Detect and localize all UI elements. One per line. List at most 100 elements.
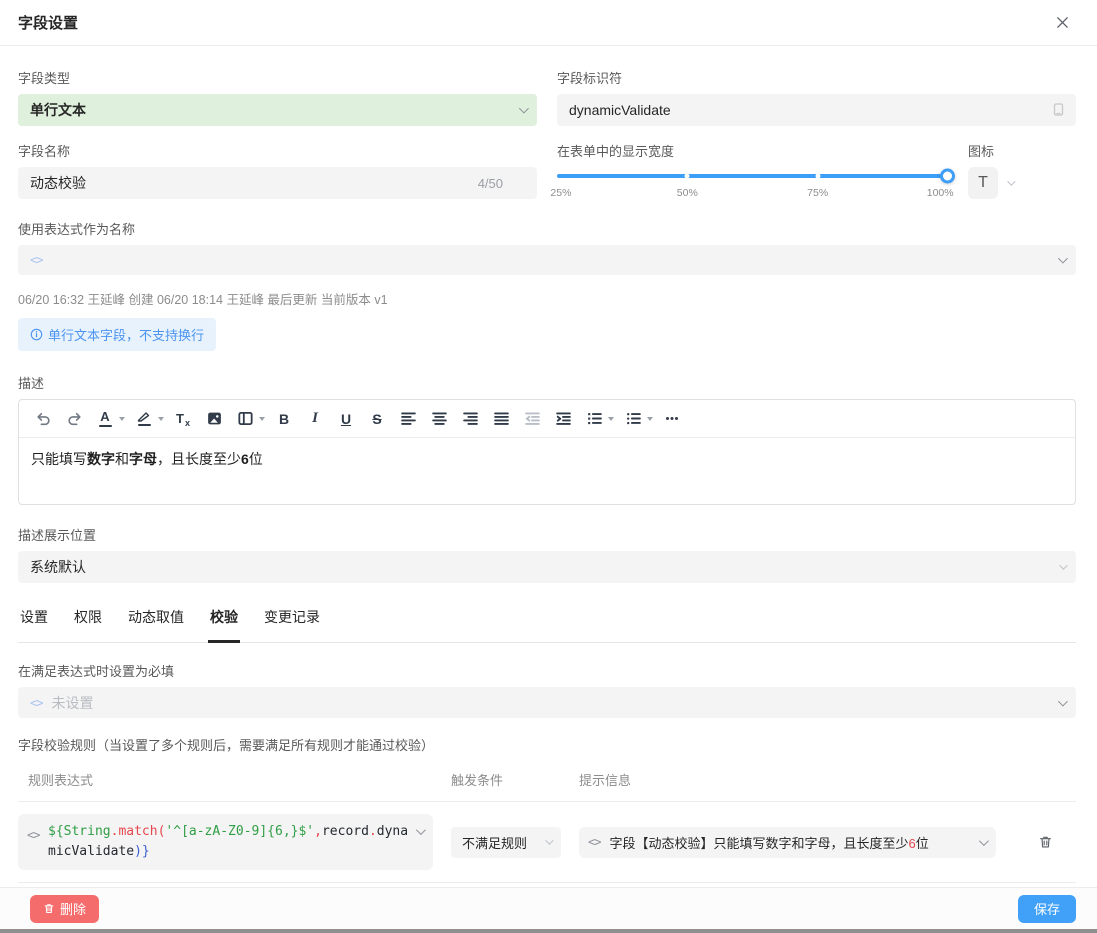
- ordered-list-icon[interactable]: [582, 406, 606, 432]
- notice-text: 单行文本字段，不支持换行: [48, 325, 204, 344]
- display-width-label: 在表单中的显示宽度: [557, 141, 954, 160]
- save-button-label: 保存: [1034, 899, 1060, 918]
- desc-text-bold: 字母: [129, 451, 157, 467]
- divider: [18, 882, 1076, 883]
- code-token: '^[a-zA-Z0-9]{6,}$': [165, 824, 314, 839]
- field-notice: 单行文本字段，不支持换行: [18, 318, 216, 351]
- description-content[interactable]: 只能填写数字和字母，且长度至少6位: [19, 438, 1075, 504]
- tab-change-log[interactable]: 变更记录: [262, 603, 322, 642]
- tab-dynamic-value[interactable]: 动态取值: [126, 603, 186, 642]
- delete-button-label: 删除: [60, 899, 86, 918]
- slider-stop-50: [685, 174, 690, 179]
- indent-icon[interactable]: [551, 406, 575, 432]
- col-message: 提示信息: [579, 770, 996, 789]
- code-icon: <>: [30, 696, 42, 710]
- mark-50[interactable]: 50%: [677, 187, 698, 199]
- align-left-icon[interactable]: [396, 406, 420, 432]
- field-type-value: 单行文本: [30, 100, 86, 120]
- slider-handle[interactable]: [940, 169, 955, 184]
- chevron-down-icon: [1059, 561, 1067, 569]
- outdent-icon[interactable]: [520, 406, 544, 432]
- chevron-down-icon[interactable]: [1007, 177, 1015, 185]
- highlight-icon[interactable]: [132, 406, 156, 432]
- modal-footer: 删除 保存: [0, 887, 1097, 929]
- code-icon: <>: [588, 835, 600, 849]
- tab-validation[interactable]: 校验: [208, 603, 240, 643]
- underline-icon[interactable]: U: [334, 406, 358, 432]
- align-center-icon[interactable]: [427, 406, 451, 432]
- chevron-down-icon[interactable]: [608, 417, 614, 421]
- code-token: ,: [314, 824, 322, 839]
- code-token: record: [322, 824, 369, 839]
- code-token: match(: [118, 824, 165, 839]
- chevron-down-icon: [979, 836, 989, 846]
- bold-icon[interactable]: B: [272, 406, 296, 432]
- display-width-slider[interactable]: [557, 168, 954, 184]
- chevron-down-icon[interactable]: [259, 417, 265, 421]
- field-type-select[interactable]: 单行文本: [18, 94, 537, 126]
- message-highlight: 6: [908, 836, 915, 851]
- rule-expression-select[interactable]: <> ${String.match('^[a-zA-Z0-9]{6,}$',re…: [18, 814, 433, 870]
- message-select[interactable]: <> 字段【动态校验】只能填写数字和字母，且长度至少6位: [579, 827, 996, 858]
- chevron-down-icon[interactable]: [647, 417, 653, 421]
- desc-text: 和: [115, 451, 129, 467]
- chevron-down-icon: [1058, 254, 1068, 264]
- rules-section-label: 字段校验规则（当设置了多个规则后，需要满足所有规则才能通过校验）: [18, 735, 1076, 754]
- table-icon[interactable]: [233, 406, 257, 432]
- desc-text: ，且长度至少: [157, 451, 241, 467]
- slider-stop-75: [815, 174, 820, 179]
- identifier-input[interactable]: dynamicValidate: [557, 94, 1076, 126]
- field-name-input[interactable]: 动态校验 4/50: [18, 167, 537, 199]
- trigger-condition-value: 不满足规则: [462, 833, 527, 852]
- rich-text-editor: A Tx: [18, 399, 1076, 505]
- code-token: ${String: [48, 824, 111, 839]
- field-name-label: 字段名称: [18, 141, 537, 160]
- identifier-value: dynamicValidate: [569, 102, 671, 118]
- chevron-down-icon[interactable]: [119, 417, 125, 421]
- message-post: 位: [916, 836, 929, 851]
- slider-track[interactable]: [557, 174, 948, 178]
- trash-icon: [43, 902, 55, 915]
- copy-identifier-icon[interactable]: [1052, 103, 1065, 118]
- char-counter: 4/50: [478, 176, 503, 191]
- trigger-condition-select[interactable]: 不满足规则: [451, 827, 561, 858]
- image-icon[interactable]: [202, 406, 226, 432]
- mark-25[interactable]: 25%: [550, 187, 571, 199]
- mark-100[interactable]: 100%: [927, 187, 954, 199]
- clear-format-icon[interactable]: Tx: [171, 406, 195, 432]
- field-icon-button[interactable]: T: [968, 167, 998, 199]
- desc-text: 位: [249, 451, 263, 467]
- message-pre: 字段【动态校验】只能填写数字和字母，且长度至少: [609, 836, 908, 851]
- rules-table-header: 规则表达式 触发条件 提示信息: [18, 768, 1076, 801]
- expression-name-select[interactable]: <>: [18, 245, 1076, 275]
- undo-icon[interactable]: [31, 406, 55, 432]
- delete-rule-icon[interactable]: [1031, 828, 1059, 856]
- save-button[interactable]: 保存: [1018, 895, 1076, 923]
- desc-position-select[interactable]: 系统默认: [18, 551, 1076, 583]
- desc-text-bold: 6: [241, 451, 249, 467]
- italic-icon[interactable]: I: [303, 406, 327, 432]
- redo-icon[interactable]: [62, 406, 86, 432]
- strikethrough-icon[interactable]: S: [365, 406, 389, 432]
- unordered-list-icon[interactable]: [621, 406, 645, 432]
- tab-settings[interactable]: 设置: [18, 603, 50, 642]
- close-icon[interactable]: [1051, 12, 1073, 34]
- align-justify-icon[interactable]: [489, 406, 513, 432]
- editor-toolbar: A Tx: [19, 400, 1075, 438]
- mark-75[interactable]: 75%: [807, 187, 828, 199]
- chevron-down-icon: [545, 836, 553, 844]
- field-name-value: 动态校验: [30, 173, 86, 193]
- desc-position-label: 描述展示位置: [18, 525, 1076, 544]
- modal-title: 字段设置: [18, 12, 78, 33]
- delete-button[interactable]: 删除: [30, 895, 99, 923]
- chevron-down-icon[interactable]: [158, 417, 164, 421]
- desc-text-bold: 数字: [87, 451, 115, 467]
- font-color-icon[interactable]: A: [93, 406, 117, 432]
- description-label: 描述: [18, 373, 1076, 392]
- code-token: .: [369, 824, 377, 839]
- more-icon[interactable]: [660, 406, 684, 432]
- required-expr-select[interactable]: <> 未设置: [18, 687, 1076, 718]
- tab-permissions[interactable]: 权限: [72, 603, 104, 642]
- align-right-icon[interactable]: [458, 406, 482, 432]
- chevron-down-icon: [519, 104, 529, 114]
